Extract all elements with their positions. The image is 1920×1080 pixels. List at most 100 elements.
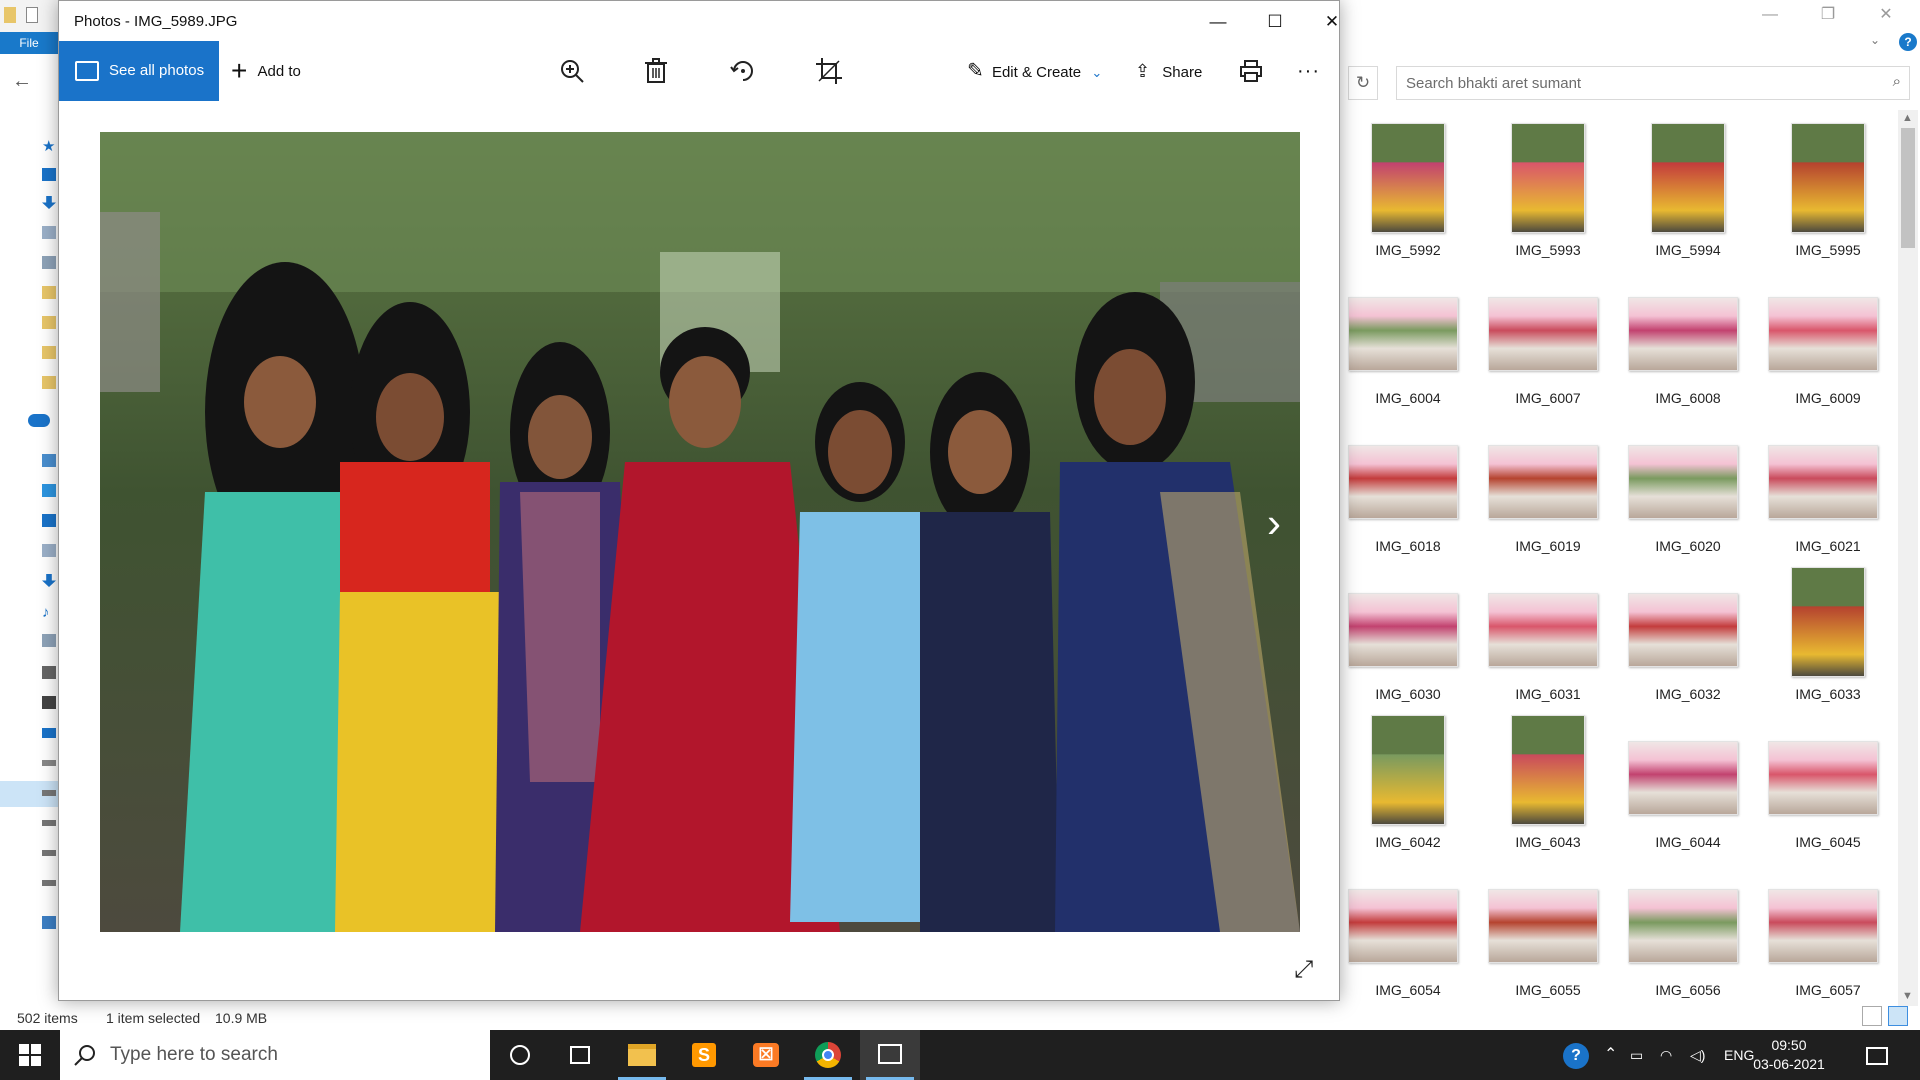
thumbnail-item[interactable]: IMG_5992 (1338, 118, 1478, 266)
more-options-button[interactable]: ··· (1297, 53, 1320, 89)
thumbnail-item[interactable]: IMG_6043 (1478, 710, 1618, 858)
explorer-search-input[interactable] (1397, 67, 1867, 99)
onedrive-icon[interactable] (28, 414, 50, 427)
clock[interactable]: 09:50 03-06-2021 (1749, 1036, 1829, 1074)
scroll-up-icon[interactable]: ▲ (1902, 112, 1913, 124)
rotate-button[interactable] (729, 53, 757, 89)
thumbnail-item[interactable]: IMG_5994 (1618, 118, 1758, 266)
folder-icon[interactable] (42, 376, 56, 389)
refresh-button[interactable]: ↻ (1348, 66, 1378, 100)
close-icon[interactable]: ✕ (1309, 7, 1355, 37)
folder-icon[interactable] (42, 316, 56, 329)
documents-icon[interactable] (42, 544, 56, 557)
taskbar-search-input[interactable] (110, 1043, 470, 1067)
drive-icon[interactable] (42, 880, 56, 886)
thumbnail-item[interactable]: IMG_6057 (1758, 858, 1898, 1006)
thumbnail-item[interactable]: IMG_6056 (1618, 858, 1758, 1006)
thumbnail-item[interactable]: IMG_6009 (1758, 266, 1898, 414)
fullscreen-expand-icon[interactable]: ⤢ (1294, 956, 1313, 984)
thumbnail-item[interactable]: IMG_6042 (1338, 710, 1478, 858)
drive-icon[interactable] (42, 696, 56, 709)
wifi-icon[interactable]: ◠ (1660, 1030, 1672, 1080)
properties-icon[interactable] (26, 7, 38, 23)
this-pc-icon[interactable] (42, 454, 56, 467)
thumbnail-item[interactable]: IMG_6020 (1618, 414, 1758, 562)
show-hidden-icons-chevron-icon[interactable]: ⌃ (1604, 1030, 1617, 1080)
thumbnail-item[interactable]: IMG_6044 (1618, 710, 1758, 858)
pictures-icon[interactable] (42, 256, 56, 269)
thumbnail-item[interactable]: IMG_5995 (1758, 118, 1898, 266)
pictures-icon[interactable] (42, 634, 56, 647)
taskbar-file-explorer[interactable] (612, 1030, 672, 1080)
quick-access-star-icon[interactable]: ★ (42, 137, 56, 155)
thumbnail-item[interactable]: IMG_6018 (1338, 414, 1478, 562)
back-arrow-icon[interactable]: ← (12, 70, 32, 93)
notifications-button[interactable] (1866, 1030, 1888, 1080)
thumbnail-item[interactable]: IMG_6033 (1758, 562, 1898, 710)
next-photo-chevron-icon[interactable]: › (1267, 499, 1281, 547)
cortana-button[interactable] (490, 1030, 550, 1080)
drive-icon[interactable] (42, 850, 56, 856)
taskbar-search-box[interactable] (60, 1030, 490, 1080)
folder-icon[interactable] (4, 7, 16, 23)
minimize-icon[interactable]: — (1195, 7, 1241, 37)
thumbnail-item[interactable]: IMG_6055 (1478, 858, 1618, 1006)
thumbnail-item[interactable]: IMG_5993 (1478, 118, 1618, 266)
drive-icon[interactable] (42, 760, 56, 766)
thumbnail-item[interactable]: IMG_6004 (1338, 266, 1478, 414)
help-icon[interactable]: ? (1899, 33, 1917, 51)
add-to-button[interactable]: + Add to (231, 53, 301, 89)
thumbnail-item[interactable]: IMG_6021 (1758, 414, 1898, 562)
taskbar-photos[interactable] (860, 1030, 920, 1080)
file-tab[interactable]: File (0, 32, 58, 54)
videos-icon[interactable] (42, 666, 56, 679)
taskbar-sublime-text[interactable]: S (674, 1030, 734, 1080)
scroll-thumb[interactable] (1901, 128, 1915, 248)
folder-icon[interactable] (42, 286, 56, 299)
thumbnail-item[interactable]: IMG_6031 (1478, 562, 1618, 710)
thumbnail-item[interactable]: IMG_6019 (1478, 414, 1618, 562)
volume-icon[interactable]: ◁) (1690, 1030, 1705, 1080)
details-view-icon[interactable] (1862, 1006, 1882, 1026)
thumbnail-item[interactable]: IMG_6054 (1338, 858, 1478, 1006)
restore-icon[interactable]: ❐ (1808, 4, 1848, 26)
music-icon[interactable]: ♪ (42, 604, 56, 621)
see-all-photos-button[interactable]: See all photos (59, 41, 219, 101)
share-button[interactable]: ⇪ Share (1135, 53, 1202, 89)
explorer-search-box[interactable]: ⌕ (1396, 66, 1910, 100)
folder-icon[interactable] (42, 346, 56, 359)
photo-viewer-image[interactable] (100, 132, 1300, 932)
taskbar-chrome[interactable] (798, 1030, 858, 1080)
large-icons-view-icon[interactable] (1888, 1006, 1908, 1026)
task-view-button[interactable] (550, 1030, 610, 1080)
maximize-icon[interactable]: ☐ (1252, 7, 1298, 37)
thumbnail-item[interactable]: IMG_6008 (1618, 266, 1758, 414)
thumbnail-item[interactable]: IMG_6032 (1618, 562, 1758, 710)
drive-icon[interactable] (42, 728, 56, 738)
start-button[interactable] (0, 1030, 60, 1080)
thumbnail-item[interactable]: IMG_6030 (1338, 562, 1478, 710)
downloads-icon[interactable] (42, 574, 56, 587)
battery-icon[interactable]: ▭ (1630, 1030, 1643, 1080)
documents-icon[interactable] (42, 226, 56, 239)
thumbnail-item[interactable]: IMG_6045 (1758, 710, 1898, 858)
minimize-icon[interactable]: — (1750, 4, 1790, 26)
network-icon[interactable] (42, 916, 56, 929)
taskbar-xampp[interactable]: ☒ (736, 1030, 796, 1080)
downloads-icon[interactable] (42, 196, 56, 209)
delete-button[interactable] (645, 53, 667, 89)
desktop-icon[interactable] (42, 514, 56, 527)
chevron-down-icon[interactable]: ⌄ (1870, 33, 1880, 47)
3d-objects-icon[interactable] (42, 484, 56, 497)
crop-button[interactable] (815, 53, 843, 89)
drive-icon[interactable] (42, 790, 56, 796)
zoom-button[interactable] (559, 53, 585, 89)
scroll-down-icon[interactable]: ▼ (1902, 990, 1913, 1002)
search-icon[interactable]: ⌕ (1893, 73, 1901, 90)
help-tray-icon[interactable]: ? (1563, 1030, 1589, 1080)
print-button[interactable] (1239, 53, 1263, 89)
edit-create-button[interactable]: ✎ Edit & Create ⌄ (967, 53, 1102, 89)
close-icon[interactable]: ✕ (1866, 4, 1906, 26)
thumbnail-item[interactable]: IMG_6007 (1478, 266, 1618, 414)
desktop-icon[interactable] (42, 168, 56, 181)
